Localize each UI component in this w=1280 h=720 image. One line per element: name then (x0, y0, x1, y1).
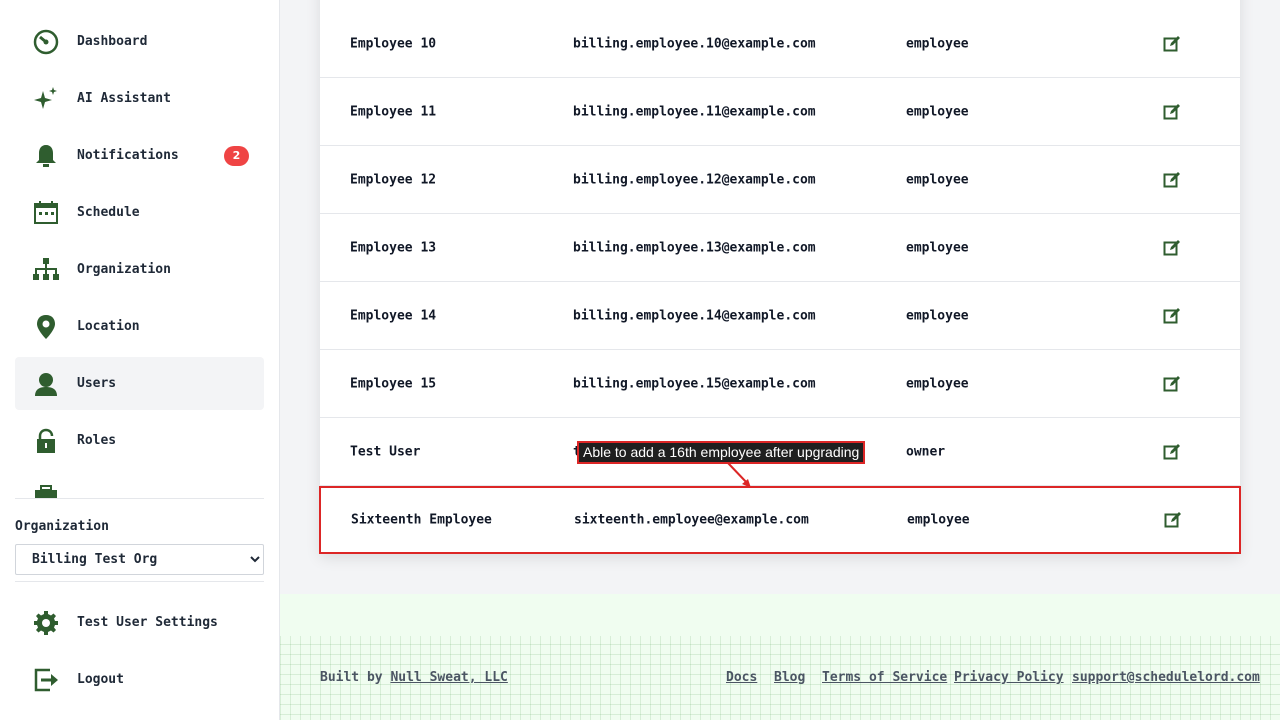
table-row: Employee 13 billing.employee.13@example.… (320, 214, 1240, 282)
user-name: Employee 13 (350, 240, 437, 255)
user-email: billing.employee.11@example.com (573, 104, 816, 119)
org-chart-icon (30, 254, 62, 286)
user-email: billing.employee.12@example.com (573, 172, 816, 187)
user-role: employee (906, 172, 969, 187)
notification-count-badge: 2 (224, 145, 249, 166)
footer-link-docs[interactable]: Docs (726, 670, 757, 685)
sidebar-item-label: Organization (77, 262, 171, 277)
user-email: billing.employee.14@example.com (573, 308, 816, 323)
sidebar-item-dashboard[interactable]: Dashboard (15, 15, 264, 68)
user-role: employee (907, 512, 970, 528)
footer-link-blog[interactable]: Blog (774, 670, 805, 685)
table-row: Employee 15 billing.employee.15@example.… (320, 350, 1240, 418)
sidebar-item-partial[interactable] (15, 471, 264, 498)
user-role: employee (906, 104, 969, 119)
lock-icon (30, 425, 62, 457)
bell-icon (30, 140, 62, 172)
gear-icon (30, 607, 62, 639)
sidebar-item-ai-assistant[interactable]: AI Assistant (15, 72, 264, 125)
user-settings-label: Test User Settings (77, 615, 218, 630)
user-email: billing.employee.13@example.com (573, 240, 816, 255)
user-role: employee (906, 240, 969, 255)
table-row: Employee 12 billing.employee.12@example.… (320, 146, 1240, 214)
edit-icon[interactable] (1163, 239, 1181, 257)
sidebar-item-roles[interactable]: Roles (15, 414, 264, 467)
built-by-prefix: Built by (320, 670, 391, 685)
table-row: Employee 10 billing.employee.10@example.… (320, 10, 1240, 78)
user-icon (30, 368, 62, 400)
sidebar-divider (15, 581, 264, 582)
sidebar-item-label: Dashboard (77, 34, 148, 49)
table-row: Employee 14 billing.employee.14@example.… (320, 282, 1240, 350)
logout-label: Logout (77, 672, 124, 687)
logout-link[interactable]: Logout (15, 653, 264, 706)
sidebar-item-label: Roles (77, 433, 117, 448)
edit-icon[interactable] (1163, 307, 1181, 325)
sidebar-item-location[interactable]: Location (15, 300, 264, 353)
table-row-highlighted: Sixteenth Employee sixteenth.employee@ex… (319, 486, 1241, 554)
table-row: Employee 11 billing.employee.11@example.… (320, 78, 1240, 146)
user-name: Sixteenth Employee (351, 512, 492, 528)
main-content: Employee 10 billing.employee.10@example.… (280, 0, 1280, 720)
users-table: Employee 10 billing.employee.10@example.… (319, 0, 1241, 554)
organization-label: Organization (15, 519, 109, 534)
sidebar-nav: Dashboard AI Assistant Notifications 2 S… (15, 0, 264, 498)
edit-icon[interactable] (1163, 443, 1181, 461)
user-email: billing.employee.10@example.com (573, 36, 816, 51)
sidebar-item-label: Users (77, 376, 117, 391)
footer-link-support-email[interactable]: support@schedulelord.com (1072, 670, 1260, 685)
built-by-text: Built by Null Sweat, LLC (320, 670, 508, 685)
edit-icon[interactable] (1163, 375, 1181, 393)
sparkle-icon (30, 83, 62, 115)
user-name: Test User (350, 444, 421, 459)
sidebar-item-label: Notifications (77, 148, 179, 163)
sidebar-item-label: AI Assistant (77, 91, 171, 106)
dashboard-icon (30, 26, 62, 58)
sidebar-item-notifications[interactable]: Notifications 2 (15, 129, 264, 182)
sidebar-item-organization[interactable]: Organization (15, 243, 264, 296)
logout-icon (30, 664, 62, 696)
user-email: sixteenth.employee@example.com (574, 512, 809, 528)
built-by-link[interactable]: Null Sweat, LLC (390, 670, 507, 685)
calendar-icon (30, 197, 62, 229)
sidebar-item-label: Schedule (77, 205, 140, 220)
sidebar-divider (15, 498, 264, 499)
briefcase-icon (30, 482, 62, 498)
location-pin-icon (30, 311, 62, 343)
user-name: Employee 14 (350, 308, 437, 323)
user-name: Employee 12 (350, 172, 437, 187)
user-role: owner (906, 444, 946, 459)
user-email: billing.employee.15@example.com (573, 376, 816, 391)
annotation-arrow (727, 462, 751, 488)
edit-icon[interactable] (1163, 171, 1181, 189)
edit-icon[interactable] (1163, 103, 1181, 121)
footer-top-band (280, 594, 1280, 636)
user-name: Employee 15 (350, 376, 437, 391)
user-role: employee (906, 308, 969, 323)
sidebar-item-users[interactable]: Users (15, 357, 264, 410)
footer-link-terms[interactable]: Terms of Service (822, 670, 947, 685)
organization-select[interactable]: Billing Test Org (15, 544, 264, 575)
user-name: Employee 11 (350, 104, 437, 119)
footer-link-privacy[interactable]: Privacy Policy (954, 670, 1064, 685)
edit-icon[interactable] (1163, 35, 1181, 53)
sidebar-item-schedule[interactable]: Schedule (15, 186, 264, 239)
user-role: employee (906, 376, 969, 391)
user-settings-link[interactable]: Test User Settings (15, 596, 264, 649)
user-role: employee (906, 36, 969, 51)
sidebar: Dashboard AI Assistant Notifications 2 S… (0, 0, 280, 720)
edit-icon[interactable] (1164, 511, 1182, 529)
user-name: Employee 10 (350, 36, 437, 51)
footer: Built by Null Sweat, LLC Docs Blog Terms… (280, 594, 1280, 720)
sidebar-item-label: Location (77, 319, 140, 334)
